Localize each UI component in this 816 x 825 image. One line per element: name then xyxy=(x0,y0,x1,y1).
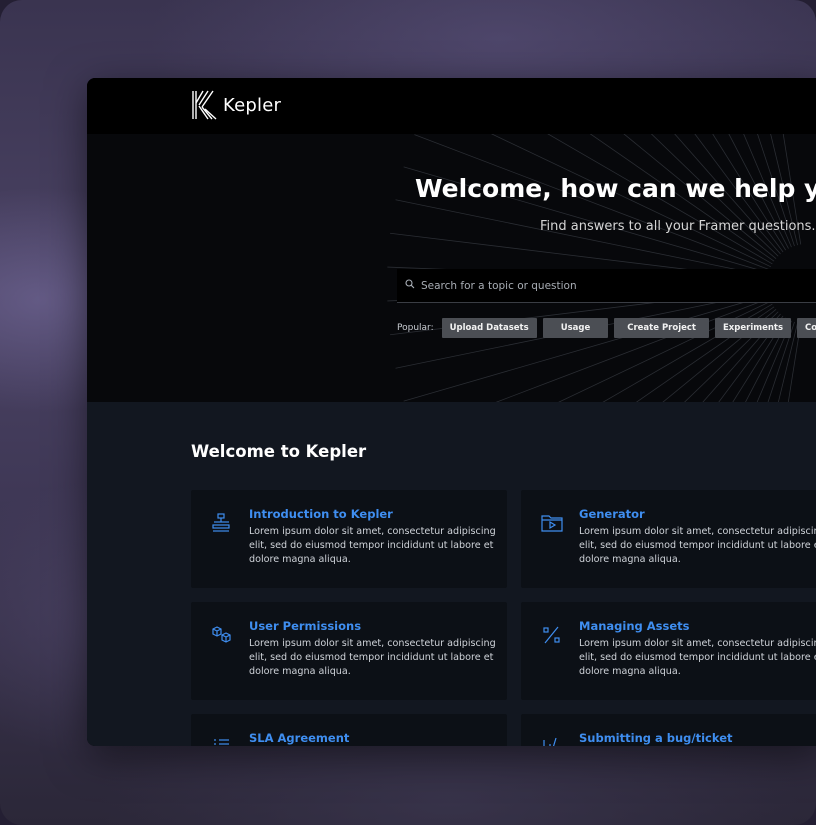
card-description: Lorem ipsum dolor sit amet, consectetur … xyxy=(249,638,496,677)
card-title: User Permissions xyxy=(249,619,362,633)
kepler-logo-icon xyxy=(192,90,217,120)
knowledge-base-section: Welcome to Kepler Introduction to Kepler… xyxy=(87,402,816,746)
browser-window: Kepler Welcome, how can we help you Find… xyxy=(87,78,816,746)
chip-create-project[interactable]: Create Project xyxy=(614,318,709,338)
ray-line xyxy=(558,300,772,402)
chip-upload-datasets[interactable]: Upload Datasets xyxy=(441,318,537,338)
card-title: Managing Assets xyxy=(579,619,690,633)
card-introduction[interactable]: Introduction to Kepler Lorem ipsum dolor… xyxy=(191,490,507,588)
card-managing-assets[interactable]: Managing Assets Lorem ipsum dolor sit am… xyxy=(521,602,816,700)
card-title: Generator xyxy=(579,507,645,521)
card-generator[interactable]: Generator Lorem ipsum dolor sit amet, co… xyxy=(521,490,816,588)
section-title: Welcome to Kepler xyxy=(191,442,367,461)
brand-logo[interactable]: Kepler xyxy=(191,90,281,120)
hero-title: Welcome, how can we help you xyxy=(415,174,816,203)
card-title: SLA Agreement xyxy=(249,731,350,745)
card-description: Lorem ipsum dolor sit amet, consectetur … xyxy=(579,638,816,677)
card-description: Lorem ipsum dolor sit amet, consectetur … xyxy=(249,526,496,565)
top-nav: Kepler xyxy=(87,78,816,134)
card-title: Submitting a bug/ticket xyxy=(579,731,733,745)
card-title: Introduction to Kepler xyxy=(249,507,393,521)
percent-icon xyxy=(543,626,560,644)
ray-line xyxy=(395,199,768,277)
popular-topics: Popular: Upload Datasets Usage Create Pr… xyxy=(397,318,816,338)
background-wallpaper: Kepler Welcome, how can we help you Find… xyxy=(0,0,816,825)
folder-play-icon xyxy=(541,515,563,532)
popular-label: Popular: xyxy=(397,323,434,333)
hero-subtitle: Find answers to all your Framer question… xyxy=(540,219,816,234)
card-submitting-bug[interactable]: Submitting a bug/ticket xyxy=(521,714,816,746)
list-icon xyxy=(214,739,229,745)
hierarchy-icon xyxy=(212,513,230,532)
search-icon xyxy=(405,279,415,292)
chip-usage[interactable]: Usage xyxy=(542,318,609,338)
card-user-permissions[interactable]: User Permissions Lorem ipsum dolor sit a… xyxy=(191,602,507,700)
search-bar[interactable] xyxy=(397,269,816,303)
brand-name: Kepler xyxy=(223,94,282,116)
cubes-icon xyxy=(212,626,231,643)
card-sla-agreement[interactable]: SLA Agreement xyxy=(191,714,507,746)
hero-section: Welcome, how can we help you Find answer… xyxy=(87,134,816,402)
card-description: Lorem ipsum dolor sit amet, consectetur … xyxy=(579,526,816,565)
chip-connect[interactable]: Connect xyxy=(797,318,816,338)
chip-experiments[interactable]: Experiments xyxy=(715,318,792,338)
chart-icon xyxy=(543,737,557,746)
search-input[interactable] xyxy=(421,279,801,292)
